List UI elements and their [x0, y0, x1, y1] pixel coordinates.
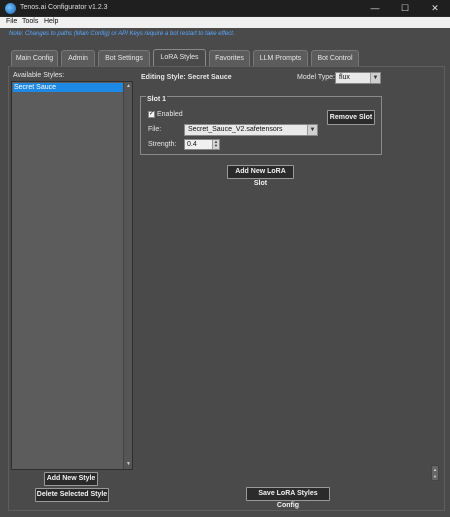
styles-scrollbar[interactable]: ▲ ▼ — [123, 82, 132, 469]
scroll-up-icon[interactable]: ▲ — [432, 466, 438, 473]
lora-file-select[interactable]: Secret_Sauce_V2.safetensors ▼ — [184, 124, 318, 136]
tab-main-config[interactable]: Main Config — [11, 50, 58, 66]
maximize-button[interactable]: ☐ — [390, 0, 420, 17]
strength-label: Strength: — [148, 141, 177, 148]
slot-title: Slot 1 — [146, 96, 168, 103]
enabled-checkbox[interactable]: ✓ — [148, 111, 155, 118]
add-style-button[interactable]: Add New Style — [44, 472, 98, 486]
scroll-down-icon[interactable]: ▼ — [432, 473, 438, 480]
save-config-button[interactable]: Save LoRA Styles Config — [246, 487, 330, 509]
editing-style-heading: Editing Style: Secret Sauce — [141, 74, 232, 81]
strength-value: 0.4 — [187, 141, 197, 148]
model-type-value: flux — [339, 74, 350, 81]
styles-listbox[interactable]: Secret Sauce ▲ ▼ — [11, 81, 133, 470]
available-styles-label: Available Styles: — [13, 72, 65, 79]
add-lora-slot-button[interactable]: Add New LoRA Slot — [227, 165, 294, 187]
tab-llm-prompts[interactable]: LLM Prompts — [253, 50, 308, 66]
tab-lora-styles[interactable]: LoRA Styles — [153, 49, 206, 66]
model-type-label: Model Type: — [297, 74, 336, 81]
page-scrollbar[interactable]: ▲ ▼ — [431, 465, 439, 481]
decrement-icon[interactable]: ▼ — [213, 144, 219, 148]
lora-file-value: Secret_Sauce_V2.safetensors — [188, 126, 283, 133]
tab-bot-settings[interactable]: Bot Settings — [98, 50, 150, 66]
strength-stepper[interactable]: ▲ ▼ — [212, 140, 219, 149]
menu-bar: File Tools Help — [0, 17, 450, 28]
chevron-down-icon[interactable]: ▼ — [307, 125, 317, 135]
enabled-label: Enabled — [157, 111, 183, 118]
remove-slot-button[interactable]: Remove Slot — [327, 110, 375, 125]
list-item[interactable]: Secret Sauce — [13, 83, 123, 92]
minimize-button[interactable]: — — [360, 0, 390, 17]
chevron-down-icon[interactable]: ▼ — [370, 73, 380, 83]
menu-help[interactable]: Help — [44, 18, 58, 25]
tab-admin[interactable]: Admin — [61, 50, 95, 66]
strength-spinbox[interactable]: 0.4 ▲ ▼ — [184, 139, 220, 150]
file-label: File: — [148, 126, 162, 133]
delete-style-button[interactable]: Delete Selected Style — [35, 488, 109, 502]
scroll-up-icon[interactable]: ▲ — [124, 82, 133, 91]
close-button[interactable]: ✕ — [420, 0, 450, 17]
app-logo-icon — [5, 3, 16, 14]
title-bar: Tenos.ai Configurator v1.2.3 — ☐ ✕ — [0, 0, 450, 17]
model-type-select[interactable]: flux ▼ — [335, 72, 381, 84]
restart-note: Note: Changes to paths (Main Config) or … — [9, 31, 235, 37]
tab-favorites[interactable]: Favorites — [209, 50, 250, 66]
menu-tools[interactable]: Tools — [22, 18, 38, 25]
tab-bot-control[interactable]: Bot Control — [311, 50, 359, 66]
menu-file[interactable]: File — [6, 18, 17, 25]
scroll-down-icon[interactable]: ▼ — [124, 460, 133, 469]
window-title: Tenos.ai Configurator v1.2.3 — [20, 4, 108, 11]
